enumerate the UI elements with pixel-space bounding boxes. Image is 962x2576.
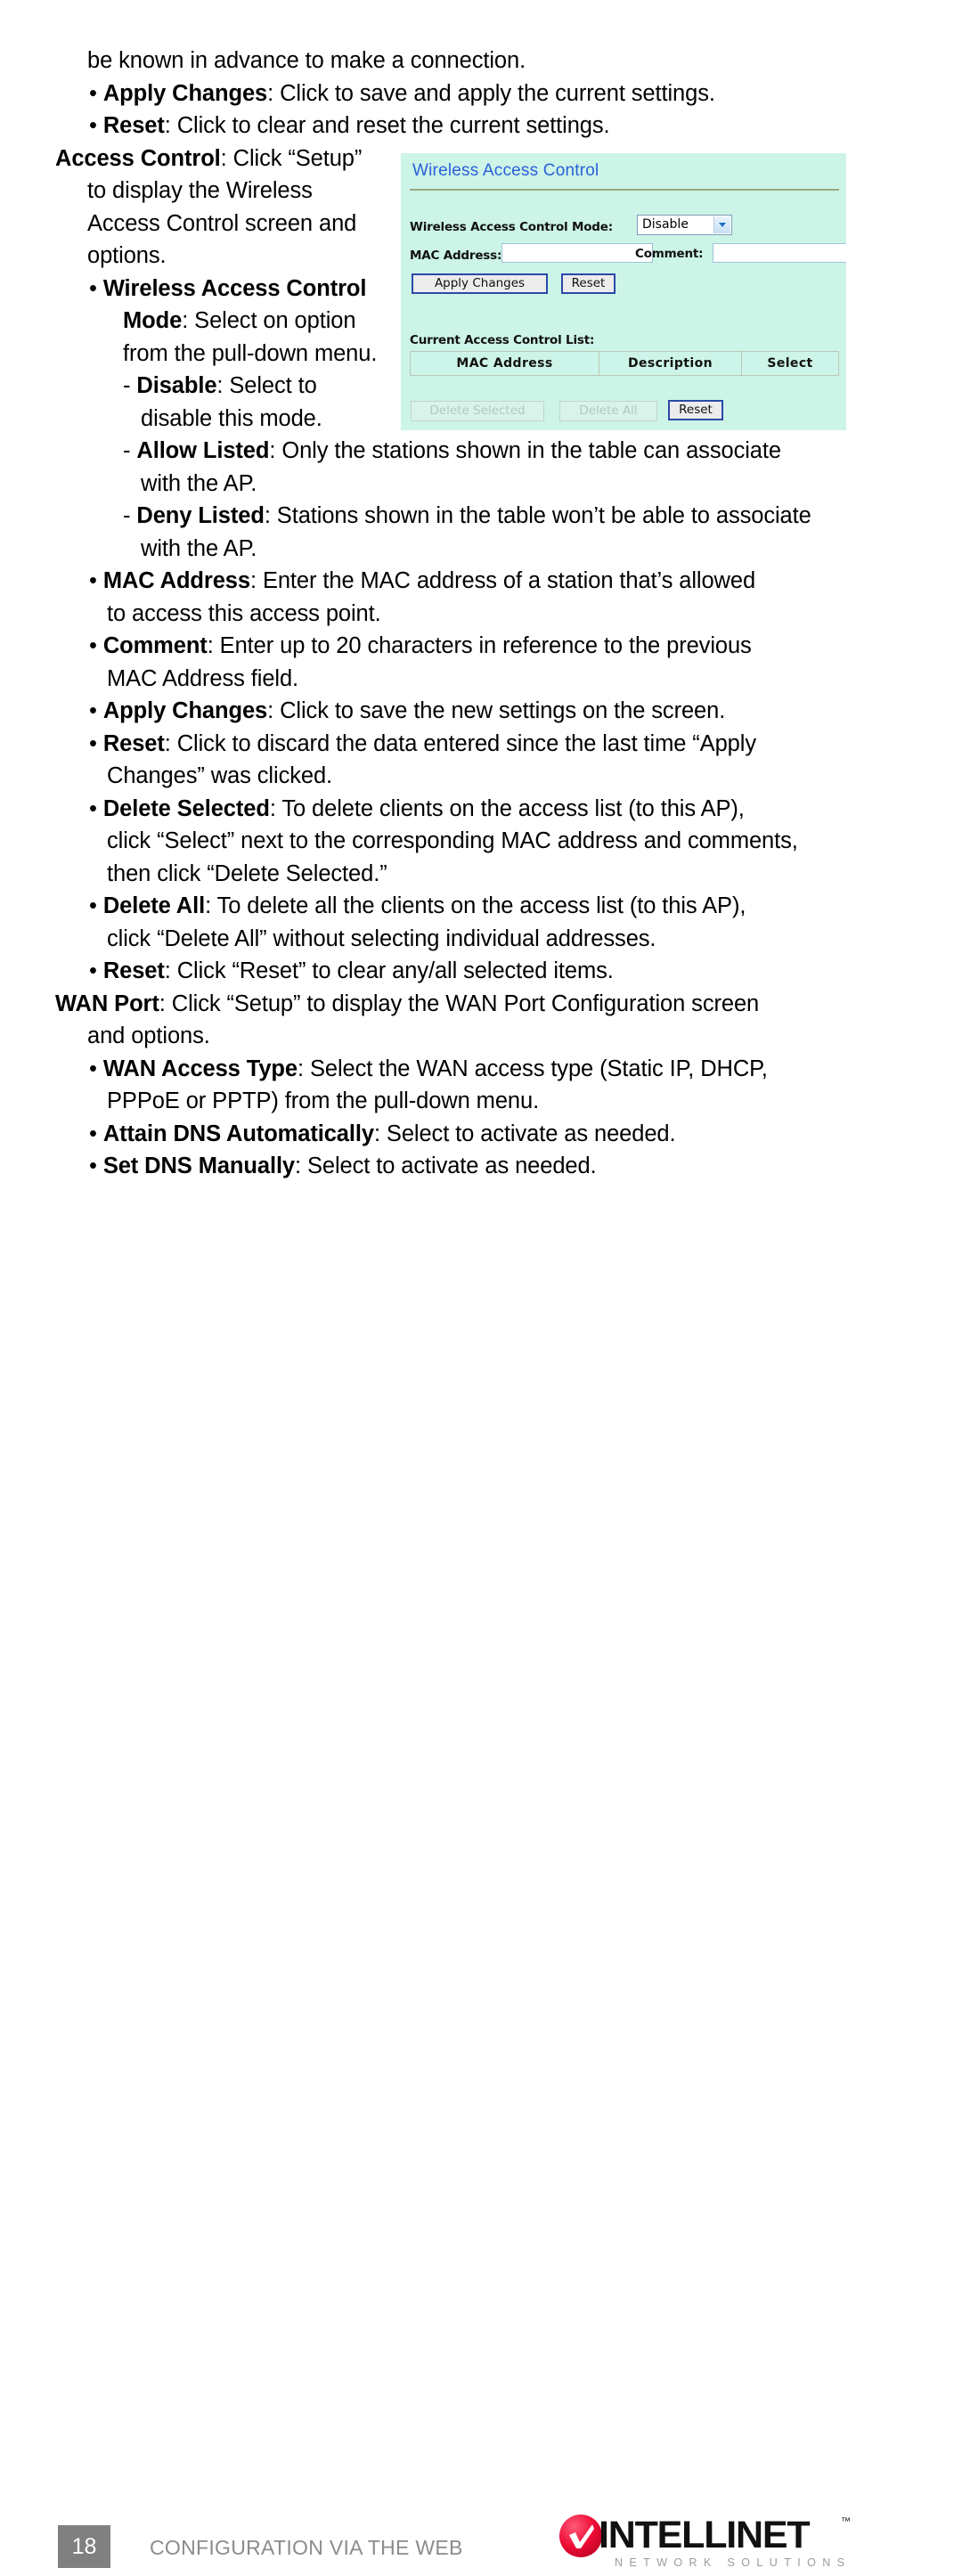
body-line: and options. xyxy=(87,1023,210,1048)
body-line: • Comment: Enter up to 20 characters in … xyxy=(89,633,752,658)
body-line: • MAC Address: Enter the MAC address of … xyxy=(89,568,756,593)
body-line: • WAN Access Type: Select the WAN access… xyxy=(89,1056,768,1081)
body-line: click “Delete All” without selecting ind… xyxy=(107,925,656,951)
brand-tagline: NETWORK SOLUTIONS xyxy=(615,2556,852,2569)
brand-name: INTELLINET xyxy=(599,2514,811,2556)
intellinet-logo: INTELLINET ™ NETWORK SOLUTIONS xyxy=(559,2512,853,2576)
page-number: 18 xyxy=(58,2525,110,2568)
body-line: • Reset: Click to discard the data enter… xyxy=(89,730,756,756)
body-line: • Attain DNS Automatically: Select to ac… xyxy=(89,1121,676,1146)
page-footer: 18 CONFIGURATION VIA THE WEB INTELLINET … xyxy=(0,1258,962,2569)
body-line: • Set DNS Manually: Select to activate a… xyxy=(89,1153,597,1178)
body-line: MAC Address field. xyxy=(107,665,299,691)
body-line: - Deny Listed: Stations shown in the tab… xyxy=(123,503,811,528)
body-line: to access this access point. xyxy=(107,600,381,626)
body-line: - Allow Listed: Only the stations shown … xyxy=(123,438,781,463)
body-line: • Apply Changes: Click to save the new s… xyxy=(89,698,726,723)
logo-checkmark-badge-icon xyxy=(559,2515,602,2557)
manual-page: Wireless Access Control Wireless Access … xyxy=(0,0,962,2569)
body-line: then click “Delete Selected.” xyxy=(107,860,387,886)
page-body-text: be known in advance to make a connection… xyxy=(55,45,857,1183)
body-line: PPPoE or PPTP) from the pull-down menu. xyxy=(107,1088,540,1113)
body-line: • Delete Selected: To delete clients on … xyxy=(89,795,745,821)
body-line: with the AP. xyxy=(141,535,257,561)
checkmark-icon xyxy=(569,2524,594,2548)
body-line: • Delete All: To delete all the clients … xyxy=(89,893,746,918)
body-line: • Reset: Click “Reset” to clear any/all … xyxy=(89,958,614,983)
trademark-symbol: ™ xyxy=(841,2516,851,2527)
body-line: disable this mode. xyxy=(141,405,322,431)
body-line: WAN Port: Click “Setup” to display the W… xyxy=(55,990,760,1016)
body-line: from the pull-down menu. xyxy=(123,340,378,366)
body-line: click “Select” next to the corresponding… xyxy=(107,828,798,853)
body-line: - Disable: Select to xyxy=(123,373,317,398)
body-line: Changes” was clicked. xyxy=(107,763,333,788)
footer-section-title: CONFIGURATION VIA THE WEB xyxy=(150,2536,463,2559)
body-line: with the AP. xyxy=(141,470,257,496)
